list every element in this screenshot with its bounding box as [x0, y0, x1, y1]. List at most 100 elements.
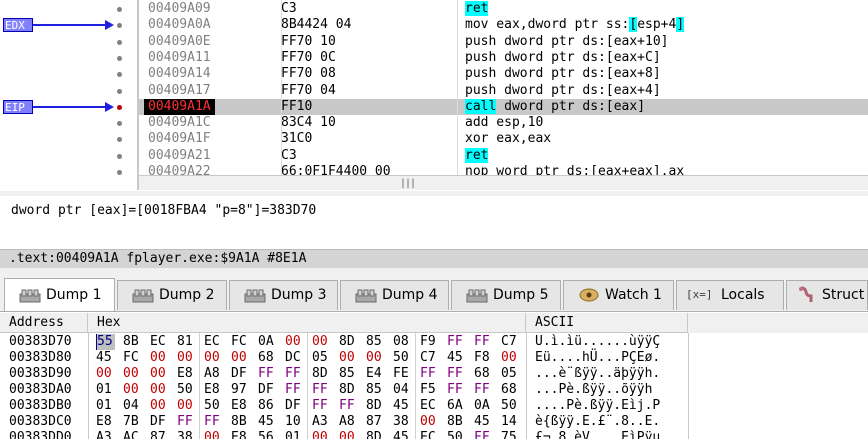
ascii-text[interactable]: ....Pè.ßÿÿ.Eìj.P — [535, 398, 660, 414]
hex-byte[interactable]: FF — [177, 414, 200, 430]
hex-byte[interactable]: 38 — [177, 430, 200, 439]
disassembly-row[interactable]: 00409A1A FF10 call dword ptr ds:[eax] — [139, 98, 868, 115]
disassembly-row[interactable]: 00409A17 FF70 04 push dword ptr ds:[eax+4] — [139, 83, 868, 99]
hex-byte[interactable]: A8 — [204, 366, 227, 382]
hex-byte[interactable]: 85 — [366, 334, 389, 350]
hex-byte[interactable]: 00 — [177, 350, 200, 366]
disassembly-row[interactable]: 00409A0A 8B4424 04 mov eax,dword ptr ss:[e… — [139, 17, 868, 33]
dump-pane[interactable]: Address Hex ASCII 00383D70 55 8B EC 81 EC FC 0A… — [0, 312, 868, 439]
hex-byte[interactable]: FF — [312, 382, 335, 398]
hex-byte[interactable]: FF — [447, 382, 470, 398]
ascii-column-header[interactable]: ASCII — [526, 313, 688, 333]
address-column-header[interactable]: Address — [0, 313, 88, 333]
ascii-text[interactable]: ...Pè.ßÿÿ..õÿÿh — [535, 382, 652, 398]
tab-dump-1[interactable]: Dump 1 — [4, 278, 115, 312]
instruction-address[interactable]: 00409A0E — [148, 34, 211, 50]
hex-byte[interactable]: 00 — [339, 430, 362, 439]
dump-row[interactable]: 00383D90 00 00 00 E8 A8 DF FF FF 8D 85 E4 FE FF FF 68 05… — [0, 366, 868, 382]
disassembly-row[interactable]: 00409A11 FF70 0C push dword ptr ds:[eax+C] — [139, 50, 868, 66]
dump-row[interactable]: 00383DD0 A3 AC 87 38 00 E8 56 01 00 00 8D 45 EC 50 FF 75… — [0, 430, 868, 439]
disassembly-row[interactable]: 00409A1F 31C0 xor eax,eax — [139, 131, 868, 147]
hex-byte[interactable]: 00 — [231, 350, 254, 366]
disassembly-row[interactable]: 00409A14 FF70 08 push dword ptr ds:[eax+8] — [139, 66, 868, 82]
hex-byte[interactable]: 45 — [393, 398, 416, 414]
hex-byte[interactable]: 00 — [204, 350, 227, 366]
hex-byte[interactable]: 14 — [501, 414, 524, 430]
hex-byte[interactable]: 01 — [285, 430, 308, 439]
hex-byte[interactable]: 8D — [339, 382, 362, 398]
breakpoint-dot-icon[interactable] — [117, 72, 122, 78]
hex-byte[interactable]: 68 — [474, 366, 497, 382]
hex-byte[interactable]: 85 — [339, 366, 362, 382]
hex-byte[interactable]: DF — [231, 366, 254, 382]
hex-byte[interactable]: 8D — [339, 334, 362, 350]
hex-byte[interactable]: FE — [393, 366, 416, 382]
hex-byte[interactable]: A3 — [96, 430, 119, 439]
hex-byte[interactable]: A3 — [312, 414, 335, 430]
hex-byte[interactable]: 04 — [393, 382, 416, 398]
hex-byte[interactable]: FF — [447, 366, 470, 382]
hex-byte[interactable]: 0A — [474, 398, 497, 414]
instruction-address[interactable]: 00409A14 — [148, 66, 211, 82]
hex-byte[interactable]: 7B — [123, 414, 146, 430]
hex-byte[interactable]: C7 — [420, 350, 443, 366]
hex-byte[interactable]: A8 — [339, 414, 362, 430]
hex-byte[interactable]: 00 — [96, 366, 119, 382]
hex-byte[interactable]: 68 — [258, 350, 281, 366]
hex-byte[interactable]: 87 — [150, 430, 173, 439]
disassembly-row[interactable]: 00409A0E FF70 10 push dword ptr ds:[eax+10… — [139, 34, 868, 50]
dump-address[interactable]: 00383D70 — [9, 334, 72, 350]
tab-struct[interactable]: Struct — [786, 280, 868, 310]
hex-byte[interactable]: 75 — [501, 430, 524, 439]
hex-byte[interactable]: 81 — [177, 334, 200, 350]
hex-byte[interactable]: 50 — [501, 398, 524, 414]
dump-row[interactable]: 00383DA0 01 00 00 50 E8 97 DF FF FF 8D 85 04 F5 FF FF 68… — [0, 382, 868, 398]
hex-byte[interactable]: 97 — [231, 382, 254, 398]
hex-byte[interactable]: 50 — [447, 430, 470, 439]
hex-byte[interactable]: 00 — [339, 350, 362, 366]
hex-byte[interactable]: 08 — [393, 334, 416, 350]
hex-byte[interactable]: 8D — [366, 430, 389, 439]
hex-byte[interactable]: E8 — [204, 382, 227, 398]
hex-byte[interactable]: 38 — [393, 414, 416, 430]
hex-byte[interactable]: 8D — [366, 398, 389, 414]
disassembly-pane[interactable]: EDX EIP 00409A09 C3 ret 00409A0A 8B4424 04 mov… — [0, 0, 868, 190]
disassembly-row[interactable]: 00409A1C 83C4 10 add esp,10 — [139, 115, 868, 131]
hex-byte[interactable]: EC — [420, 430, 443, 439]
hex-byte[interactable]: EC — [204, 334, 227, 350]
hex-byte[interactable]: FF — [474, 430, 497, 439]
hex-byte[interactable]: 00 — [420, 414, 443, 430]
hex-byte[interactable]: AC — [123, 430, 146, 439]
hex-byte[interactable]: E8 — [177, 366, 200, 382]
dump-address[interactable]: 00383DA0 — [9, 382, 72, 398]
tab-dump-5[interactable]: Dump 5 — [451, 280, 561, 310]
hex-byte[interactable]: C7 — [501, 334, 524, 350]
register-label-eip[interactable]: EIP — [3, 99, 33, 114]
hex-byte[interactable]: 6A — [447, 398, 470, 414]
disassembly-row[interactable]: 00409A21 C3 ret — [139, 147, 868, 164]
hex-byte[interactable]: FF — [420, 366, 443, 382]
disassembly-horizontal-scrollbar[interactable]: ||| — [139, 175, 868, 190]
breakpoint-dot-icon[interactable] — [117, 153, 122, 159]
hex-byte[interactable]: FF — [474, 382, 497, 398]
tab-dump-4[interactable]: Dump 4 — [340, 280, 449, 310]
hex-byte[interactable]: 00 — [150, 398, 173, 414]
hex-byte[interactable]: DF — [258, 382, 281, 398]
ascii-text[interactable]: è{ßÿÿ.E.£¨.8..E. — [535, 414, 660, 430]
instruction-address[interactable]: 00409A0A — [148, 17, 211, 33]
hex-byte[interactable]: 50 — [204, 398, 227, 414]
hex-byte[interactable]: 8B — [447, 414, 470, 430]
hex-byte[interactable]: FF — [447, 334, 470, 350]
ascii-text[interactable]: ...è¨ßÿÿ..äþÿÿh. — [535, 366, 660, 382]
breakpoint-dot-icon[interactable] — [117, 121, 122, 127]
hex-byte[interactable]: 00 — [204, 430, 227, 439]
hex-byte[interactable]: DC — [285, 350, 308, 366]
hex-byte[interactable]: FF — [204, 414, 227, 430]
breakpoint-dot-icon[interactable] — [117, 7, 122, 12]
hex-byte[interactable]: 05 — [312, 350, 335, 366]
hex-byte[interactable]: 50 — [393, 350, 416, 366]
hex-byte[interactable]: 00 — [312, 430, 335, 439]
hex-byte[interactable]: 00 — [123, 366, 146, 382]
hex-byte[interactable]: 05 — [501, 366, 524, 382]
breakpoint-dot-icon[interactable] — [117, 170, 122, 175]
